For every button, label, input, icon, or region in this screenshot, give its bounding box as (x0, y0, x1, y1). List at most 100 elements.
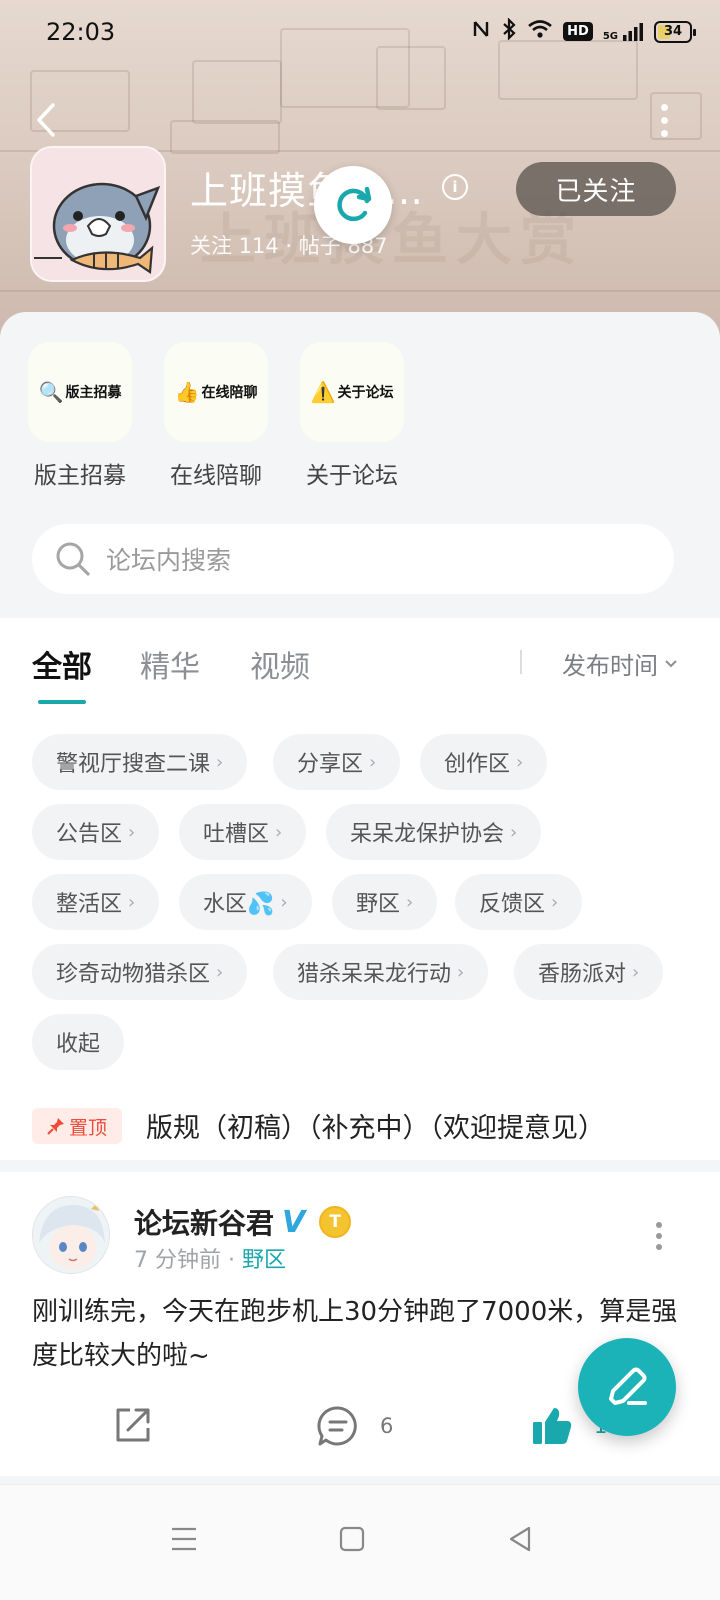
compose-post-button[interactable] (578, 1338, 676, 1436)
chevron-right-icon: › (551, 891, 559, 913)
chevron-right-icon: › (406, 891, 414, 913)
chevron-right-icon: › (280, 891, 288, 913)
chevron-right-icon: › (216, 961, 224, 983)
divider (0, 1160, 720, 1172)
collapse-button[interactable]: 收起 (32, 1014, 125, 1070)
sort-dropdown[interactable]: 发布时间 (562, 646, 678, 681)
shortcut-about-forum[interactable]: ⚠️ 关于论坛 关于论坛 (300, 342, 404, 490)
bluetooth-icon (501, 17, 517, 45)
share-button[interactable] (112, 1404, 154, 1446)
category-chip[interactable]: 水区💦 › (179, 874, 312, 930)
shortcut-panel: 🔍 版主招募 版主招募 👍 在线陪聊 在线陪聊 ⚠️ 关于论坛 关于论坛 论坛内… (0, 312, 720, 618)
post-more-button[interactable] (654, 1222, 664, 1250)
post-time: 7 分钟前 (134, 1248, 221, 1273)
post-author[interactable]: 论坛新谷君 V T (134, 1202, 352, 1242)
status-bar: 22:03 HD 5G 34 (0, 0, 720, 64)
chevron-right-icon: › (457, 961, 465, 983)
chevron-down-icon (665, 659, 677, 667)
chevron-right-icon: › (128, 821, 136, 843)
category-chip[interactable]: 创作区 › (420, 734, 548, 790)
pinned-post[interactable]: 置顶 版规（初稿）（补充中）（欢迎提意见） (0, 1098, 720, 1160)
background-sketch (170, 120, 280, 154)
post-tabs: 全部 精华 视频 发布时间 (0, 618, 720, 712)
thumbs-up-icon (533, 1408, 572, 1444)
hd-badge: HD (563, 22, 593, 41)
home-square-icon (339, 1526, 365, 1552)
more-options-button[interactable] (652, 100, 676, 140)
tab-video[interactable]: 视频 (250, 642, 310, 686)
shortcut-tile-text: 在线陪聊 (201, 385, 258, 401)
category-chip[interactable]: 分享区 › (273, 734, 401, 790)
shortcut-online-chat[interactable]: 👍 在线陪聊 在线陪聊 (164, 342, 268, 490)
shortcut-tile: 👍 在线陪聊 (164, 342, 268, 442)
back-button[interactable] (26, 98, 66, 142)
tab-all[interactable]: 全部 (32, 642, 92, 686)
menu-icon (172, 1527, 196, 1551)
battery-icon: 34 (654, 20, 696, 43)
meta-separator: · (228, 1248, 235, 1273)
shark-mascot-icon (32, 148, 164, 280)
comment-icon (317, 1406, 357, 1446)
tab-featured[interactable]: 精华 (140, 642, 200, 686)
pinned-badge: 置顶 (32, 1108, 122, 1144)
background-line (0, 290, 720, 292)
active-tab-indicator (38, 700, 86, 704)
refresh-icon (337, 186, 372, 222)
divider (520, 650, 522, 674)
category-chip[interactable]: 野区 › (332, 874, 438, 930)
sort-label: 发布时间 (562, 652, 658, 680)
recent-apps-button[interactable] (154, 1509, 214, 1569)
pinned-post-title: 版规（初稿）（补充中）（欢迎提意见） (146, 1113, 605, 1144)
category-chip[interactable]: 香肠派对 › (514, 944, 664, 1000)
shortcut-label: 版主招募 (34, 463, 126, 489)
forum-title: 上班摸鱼大赏... (190, 169, 430, 213)
chevron-right-icon: › (516, 751, 524, 773)
forum-avatar[interactable] (30, 146, 166, 282)
nfc-icon (471, 19, 491, 44)
category-chip[interactable]: 吐槽区 › (179, 804, 307, 860)
verified-badge-icon: V (282, 1204, 306, 1240)
shortcut-label: 关于论坛 (306, 463, 398, 489)
category-chip[interactable]: 警视厅搜查二课 › (32, 734, 248, 790)
anime-avatar-icon (33, 1197, 109, 1273)
battery-level: 34 (663, 24, 683, 39)
category-chip[interactable]: 反馈区 › (455, 874, 583, 930)
chevron-right-icon: › (128, 891, 136, 913)
shortcut-label: 在线陪聊 (170, 463, 262, 489)
category-chip[interactable]: 猎杀呆呆龙行动 › (273, 944, 489, 1000)
home-button[interactable] (322, 1509, 382, 1569)
back-triangle-icon (509, 1526, 531, 1552)
warning-emoji-icon: ⚠️ (310, 380, 336, 404)
wifi-icon (527, 19, 553, 44)
category-chip[interactable]: 整活区 › (32, 874, 160, 930)
shortcut-tile: 🔍 版主招募 (28, 342, 132, 442)
post-meta: 7 分钟前 · 野区 (134, 1242, 286, 1274)
more-icon (660, 103, 668, 111)
magnifier-emoji-icon: 🔍 (38, 380, 64, 404)
search-icon (56, 542, 90, 576)
comment-button[interactable]: 6 (316, 1404, 393, 1448)
follow-button[interactable]: 已关注 (516, 162, 676, 216)
refresh-button[interactable] (314, 166, 392, 244)
category-chip[interactable]: 珍奇动物猎杀区 › (32, 944, 248, 1000)
system-back-button[interactable] (490, 1509, 550, 1569)
info-icon[interactable]: i (442, 174, 468, 200)
search-input[interactable]: 论坛内搜索 (32, 524, 674, 594)
avatar[interactable] (32, 1196, 110, 1274)
background-sketch (192, 60, 282, 124)
back-icon (37, 103, 55, 137)
comment-count: 6 (380, 1414, 394, 1438)
author-name: 论坛新谷君 (134, 1207, 275, 1240)
edit-pen-icon (609, 1367, 647, 1405)
shortcut-moderator-recruit[interactable]: 🔍 版主招募 版主招募 (28, 342, 132, 490)
category-chip[interactable]: 公告区 › (32, 804, 160, 860)
cellular-signal-icon: 5G (603, 22, 644, 42)
chevron-right-icon: › (632, 961, 640, 983)
post-zone-link[interactable]: 野区 (242, 1248, 286, 1273)
chevron-right-icon: › (510, 821, 518, 843)
category-chip[interactable]: 呆呆龙保护协会 › (326, 804, 542, 860)
more-icon (656, 1222, 662, 1228)
system-navigation-bar (0, 1484, 720, 1600)
shortcut-tile-text: 版主招募 (65, 385, 122, 401)
chevron-right-icon: › (275, 821, 283, 843)
